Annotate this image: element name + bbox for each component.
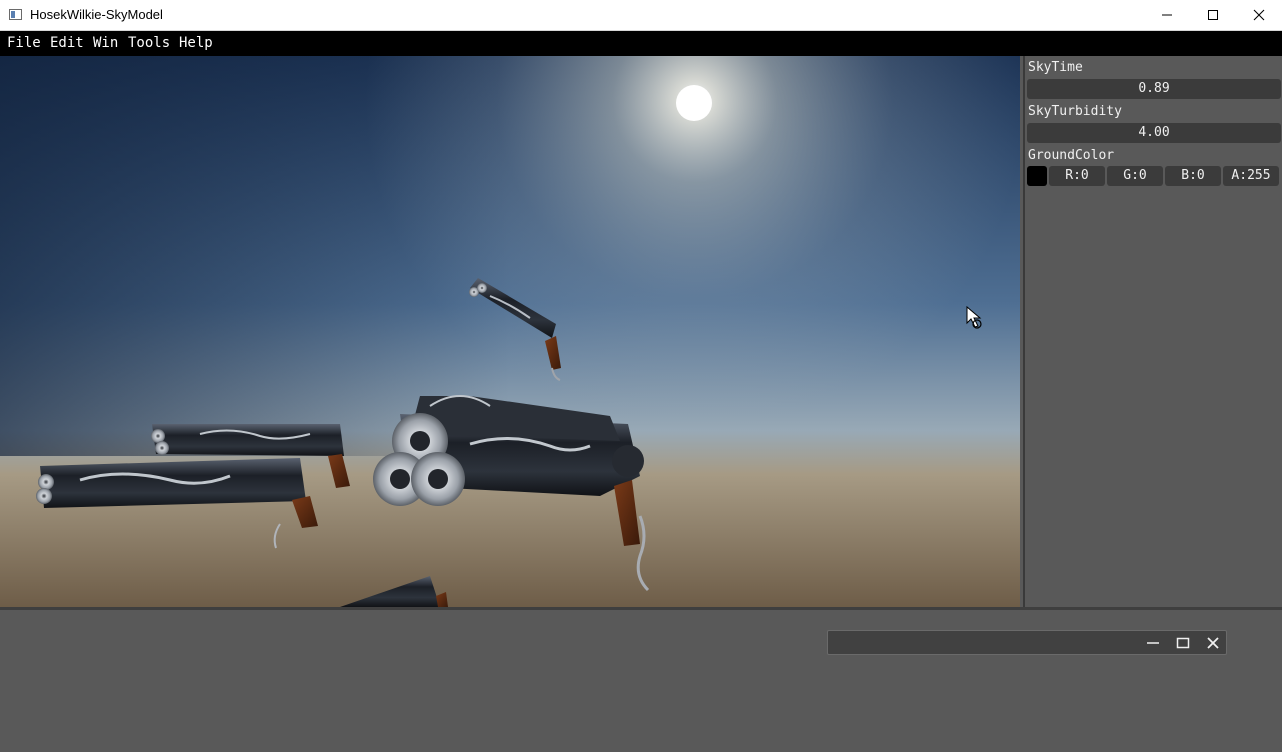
menu-help[interactable]: Help [179,35,213,51]
menu-tools[interactable]: Tools [128,35,170,51]
menu-win[interactable]: Win [93,35,118,51]
sky-turbidity-slider[interactable]: 4.00 [1027,123,1281,143]
close-icon [1207,637,1219,649]
maximize-icon [1208,10,1218,20]
inspector-panel: SkyTime 0.89 SkyTurbidity 4.00 GroundCol… [1023,56,1282,607]
ground-color-g-field[interactable]: G:0 [1107,166,1163,186]
sun [676,85,712,121]
menu-bar: File Edit Win Tools Help [0,31,1282,56]
ground-color-label: GroundColor [1028,148,1115,163]
bottom-panel [0,607,1282,752]
minimize-icon [1147,642,1159,644]
maximize-icon [1176,637,1190,649]
ground-color-a-field[interactable]: A:255 [1223,166,1279,186]
ground-color-b-field[interactable]: B:0 [1165,166,1221,186]
floating-window[interactable] [827,630,1227,655]
menu-edit[interactable]: Edit [50,35,84,51]
title-bar: HosekWilkie-SkyModel [0,0,1282,31]
minimize-button[interactable] [1144,0,1190,30]
window-title: HosekWilkie-SkyModel [30,7,163,22]
close-icon [1253,9,1265,21]
maximize-button[interactable] [1190,0,1236,30]
minimize-icon [1162,14,1172,16]
sky-turbidity-label: SkyTurbidity [1028,104,1122,119]
floating-close-button[interactable] [1203,633,1223,653]
floating-minimize-button[interactable] [1143,633,1163,653]
scene-render [0,56,1020,607]
floating-maximize-button[interactable] [1173,633,1193,653]
sky-time-label: SkyTime [1028,60,1083,75]
close-button[interactable] [1236,0,1282,30]
scene-viewport[interactable] [0,56,1020,607]
ground-color-swatch[interactable] [1027,166,1047,186]
ground-color-r-field[interactable]: R:0 [1049,166,1105,186]
sky-time-slider[interactable]: 0.89 [1027,79,1281,99]
app-icon [9,9,22,20]
menu-file[interactable]: File [7,35,41,51]
